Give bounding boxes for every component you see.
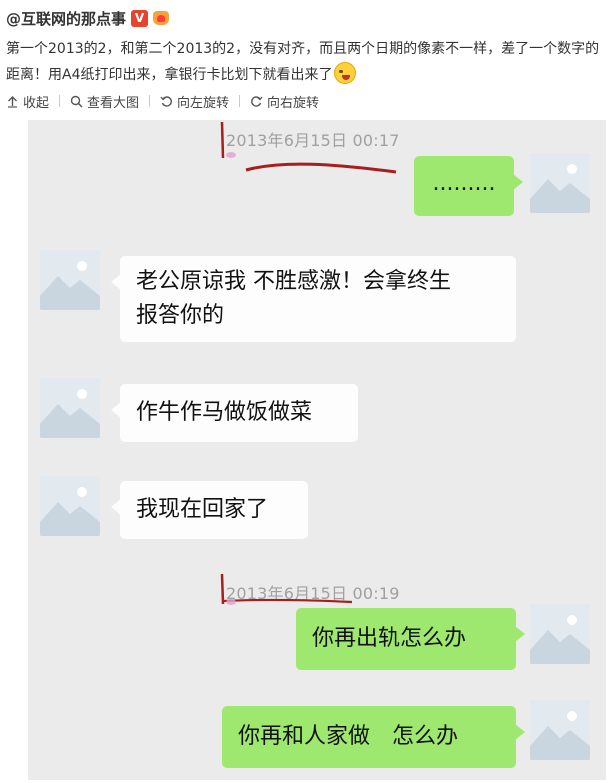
avatar-self[interactable] bbox=[530, 700, 590, 760]
placeholder-image-icon bbox=[530, 604, 590, 664]
magnifier-icon bbox=[70, 95, 83, 108]
toolbar-divider bbox=[59, 95, 61, 107]
avatar-other[interactable] bbox=[40, 476, 100, 536]
collapse-up-arrow-icon bbox=[8, 95, 17, 108]
crying-laughing-emoji bbox=[334, 62, 357, 84]
message-text: 作牛作马做饭做菜 bbox=[136, 400, 313, 425]
message-text: ......... bbox=[432, 171, 496, 196]
weibo-post-header: @互联网的那点事 V 第一个2013的2，和第二个2013的2，没有对齐，而且两… bbox=[0, 0, 610, 120]
rotate-left-icon bbox=[160, 95, 172, 107]
message-bubble-right-2: 你再出轨怎么办 bbox=[296, 608, 525, 670]
message-bubble-right-3: 你再和人家做 怎么办 bbox=[222, 706, 525, 768]
chat-screenshot-image[interactable]: 2013年6月15日 00:17 ......... 老公原谅我 不胜感激！会拿… bbox=[28, 120, 606, 780]
avatar-other[interactable] bbox=[40, 378, 100, 438]
author-row: @互联网的那点事 V bbox=[6, 7, 171, 29]
rotate-right-button[interactable]: 向右旋转 bbox=[244, 92, 325, 111]
message-bubble-left-3: 我现在回家了 bbox=[111, 481, 308, 539]
message-text-part-2: 怎么办 bbox=[392, 724, 459, 749]
red-annotation-1 bbox=[220, 121, 397, 174]
rotate-left-button[interactable]: 向左旋转 bbox=[154, 92, 235, 111]
rotate-left-label: 向左旋转 bbox=[177, 95, 230, 111]
collapse-button[interactable]: 收起 bbox=[0, 92, 55, 111]
red-annotation-2 bbox=[220, 573, 353, 605]
toolbar-divider bbox=[239, 95, 241, 107]
post-text-line-2-wrap: 距离！用A4纸打印出来，拿银行卡比划下就看出来了 bbox=[6, 62, 606, 88]
post-text-line-2: 距离！用A4纸打印出来，拿银行卡比划下就看出来了 bbox=[6, 67, 333, 83]
avatar-self[interactable] bbox=[530, 153, 590, 213]
placeholder-image-icon bbox=[530, 153, 590, 213]
author-name[interactable]: @互联网的那点事 bbox=[6, 8, 126, 29]
placeholder-image-icon bbox=[530, 700, 590, 760]
message-bubble-right-1: ......... bbox=[414, 156, 523, 216]
view-large-label: 查看大图 bbox=[87, 95, 140, 111]
placeholder-image-icon bbox=[40, 476, 100, 536]
placeholder-image-icon bbox=[40, 378, 100, 438]
message-text: 我现在回家了 bbox=[136, 497, 269, 522]
message-text-line-1: 老公原谅我 不胜感激！会拿终生 bbox=[136, 269, 451, 294]
rotate-right-label: 向右旋转 bbox=[267, 95, 320, 111]
avatar-other[interactable] bbox=[40, 250, 100, 310]
message-text-part-1: 你再和人家做 bbox=[238, 724, 371, 749]
image-toolbar: 收起 查看大图 向左旋转 向右旋转 bbox=[0, 88, 325, 114]
placeholder-image-icon bbox=[40, 250, 100, 310]
toolbar-divider bbox=[149, 95, 151, 107]
post-text-line-1: 第一个2013的2，和第二个2013的2，没有对齐，而且两个日期的像素不一样，差… bbox=[6, 41, 600, 57]
post-text: 第一个2013的2，和第二个2013的2，没有对齐，而且两个日期的像素不一样，差… bbox=[6, 36, 606, 88]
verified-v-icon: V bbox=[131, 9, 149, 27]
vip-crown-icon bbox=[151, 9, 171, 27]
collapse-label: 收起 bbox=[23, 95, 50, 111]
view-large-button[interactable]: 查看大图 bbox=[64, 92, 145, 111]
message-bubble-left-1: 老公原谅我 不胜感激！会拿终生 报答你的 bbox=[111, 256, 516, 342]
chat-screenshot-content: 2013年6月15日 00:17 ......... 老公原谅我 不胜感激！会拿… bbox=[28, 120, 606, 780]
message-text: 你再出轨怎么办 bbox=[312, 626, 467, 651]
rotate-right-icon bbox=[251, 95, 263, 107]
message-text-line-2: 报答你的 bbox=[136, 303, 225, 328]
avatar-self[interactable] bbox=[530, 604, 590, 664]
message-text-wrap: 你再和人家做 怎么办 bbox=[222, 706, 516, 768]
message-bubble-left-2: 作牛作马做饭做菜 bbox=[111, 384, 358, 442]
